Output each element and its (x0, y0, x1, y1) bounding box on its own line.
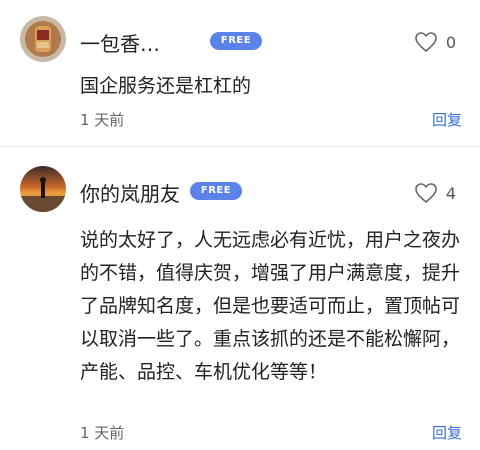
avatar-image (20, 166, 66, 212)
heart-icon (415, 183, 437, 203)
heart-icon (415, 32, 437, 52)
comment-text: 说的太好了，人无远虑必有近忧，用户之夜办的不错，值得庆贺，增强了用户满意度，提升… (80, 229, 461, 383)
comment-text: 国企服务还是杠杠的 (80, 75, 252, 97)
username[interactable]: 一包香… (80, 28, 160, 57)
comment-item: 一包香… FREE 0 国企服务还是杠杠的 1 天前 回复 (0, 0, 480, 146)
like-button[interactable]: 0 (414, 31, 456, 53)
avatar[interactable] (20, 16, 66, 62)
like-count: 4 (445, 183, 456, 203)
free-badge: FREE (210, 32, 262, 50)
comment-time: 1 天前 (80, 111, 125, 129)
reply-button[interactable]: 回复 (432, 422, 462, 443)
reply-button[interactable]: 回复 (432, 109, 462, 130)
comment-item: 你的岚朋友 FREE 4 说的太好了，人无远虑必有近忧，用户之夜办的不错，值得庆… (0, 146, 480, 450)
like-count: 0 (445, 32, 456, 52)
like-button[interactable]: 4 (414, 182, 456, 204)
avatar-image (20, 16, 66, 62)
free-badge: FREE (190, 182, 242, 200)
comment-time: 1 天前 (80, 424, 125, 442)
avatar[interactable] (20, 166, 66, 212)
username[interactable]: 你的岚朋友 (80, 178, 180, 207)
